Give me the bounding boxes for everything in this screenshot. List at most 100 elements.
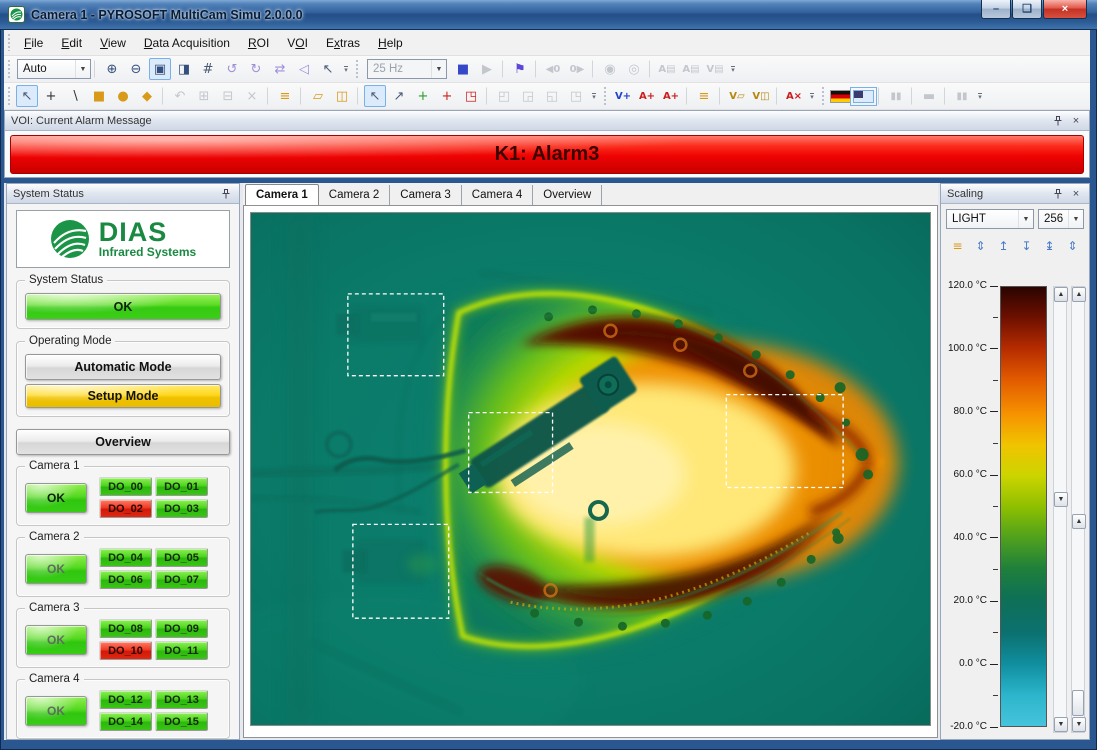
menu-view[interactable]: View (91, 33, 135, 53)
scrollbar-thumb[interactable] (1072, 690, 1084, 716)
fit-window-icon[interactable]: ▣ (149, 58, 171, 80)
menu-data-acquisition[interactable]: Data Acquisition (135, 33, 239, 53)
do-indicator[interactable]: DO_03 (155, 499, 208, 518)
arrange-up-icon[interactable]: ◱ (541, 85, 563, 107)
scroll-down-button[interactable]: ▼ (1054, 717, 1068, 732)
paste-icon[interactable]: ⊟ (217, 85, 239, 107)
add-alarm-icon[interactable]: A+ (636, 85, 658, 107)
scaling-properties-icon[interactable]: ≡ (948, 236, 967, 255)
pin-icon[interactable] (1051, 114, 1065, 128)
camera-ok-button[interactable]: OK (25, 554, 87, 584)
undo-icon[interactable]: ↶ (169, 85, 191, 107)
lower-min-icon[interactable]: ↧ (1017, 236, 1036, 255)
tab-camera-2[interactable]: Camera 2 (319, 185, 391, 205)
do-indicator[interactable]: DO_01 (155, 477, 208, 496)
export-data-icon[interactable]: V▤ (704, 58, 726, 80)
do-indicator[interactable]: DO_09 (155, 619, 208, 638)
frequency-select[interactable]: 25 Hz ▼ (367, 59, 447, 79)
toolbar-grip[interactable] (821, 87, 825, 105)
arrange-front-icon[interactable]: ◰ (493, 85, 515, 107)
do-indicator[interactable]: DO_14 (99, 712, 152, 731)
play-icon[interactable]: ▶ (476, 58, 498, 80)
menu-extras[interactable]: Extras (317, 33, 369, 53)
overview-button[interactable]: Overview (16, 429, 230, 455)
rotate-right-icon[interactable]: ↻ (245, 58, 267, 80)
do-indicator[interactable]: DO_05 (155, 548, 208, 567)
add-alarm-message-icon[interactable]: A+ (660, 85, 682, 107)
open-roi-icon[interactable]: ▱ (307, 85, 329, 107)
min-scrollbar[interactable]: ▲ ▲ ▼ (1071, 286, 1085, 733)
zoom-out-icon[interactable]: ⊖ (125, 58, 147, 80)
open-voi-icon[interactable]: V▱ (726, 85, 748, 107)
add-voi-icon[interactable]: V+ (612, 85, 634, 107)
max-thumb-button[interactable]: ▼ (1054, 492, 1068, 507)
do-indicator[interactable]: DO_00 (99, 477, 152, 496)
jump-start-icon[interactable]: ◀0 (542, 58, 564, 80)
event-flag-icon[interactable]: ⚑ (509, 58, 531, 80)
do-indicator[interactable]: DO_10 (99, 641, 152, 660)
toolbar-overflow-icon[interactable]: ▾ (727, 59, 739, 79)
min-thumb-button[interactable]: ▲ (1072, 514, 1086, 529)
toolbar-grip[interactable] (603, 87, 607, 105)
automatic-mode-button[interactable]: Automatic Mode (25, 354, 221, 380)
toolbar-overflow-icon[interactable]: ▾ (974, 86, 986, 106)
camera-ok-button[interactable]: OK (25, 625, 87, 655)
palette-select[interactable]: LIGHT ▼ (946, 209, 1034, 229)
layout-two-pane-icon[interactable]: ▮▮ (885, 85, 907, 107)
do-indicator[interactable]: DO_06 (99, 570, 152, 589)
do-indicator[interactable]: DO_04 (99, 548, 152, 567)
zoom-roi-icon[interactable]: ↗ (388, 85, 410, 107)
save-snapshot-icon[interactable]: ◉ (599, 58, 621, 80)
us-flag-icon[interactable] (853, 90, 874, 103)
auto-range-icon[interactable]: ⇕ (1063, 236, 1082, 255)
layout-single-icon[interactable]: ▬ (918, 85, 940, 107)
do-indicator[interactable]: DO_13 (155, 690, 208, 709)
add-roi-icon[interactable]: + (412, 85, 434, 107)
close-icon[interactable]: × (1069, 114, 1083, 128)
do-indicator[interactable]: DO_07 (155, 570, 208, 589)
save-reference-icon[interactable]: ◎ (623, 58, 645, 80)
thermal-image[interactable] (250, 212, 931, 726)
move-roi-icon[interactable]: ↖ (364, 85, 386, 107)
max-scrollbar[interactable]: ▲ ▼ ▼ (1053, 286, 1067, 733)
save-data-icon[interactable]: A▤ (656, 58, 678, 80)
delete-voi-icon[interactable]: A× (783, 85, 805, 107)
point-roi-icon[interactable]: + (40, 85, 62, 107)
tab-camera-4[interactable]: Camera 4 (462, 185, 534, 205)
rotate-left-icon[interactable]: ↺ (221, 58, 243, 80)
do-indicator[interactable]: DO_02 (99, 499, 152, 518)
grid-icon[interactable]: # (197, 58, 219, 80)
menu-file[interactable]: File (15, 33, 52, 53)
do-indicator[interactable]: DO_12 (99, 690, 152, 709)
ellipse-roi-icon[interactable]: ● (112, 85, 134, 107)
maximize-button[interactable]: ❑ (1012, 0, 1042, 19)
pin-icon[interactable] (219, 187, 233, 201)
expand-range-icon[interactable]: ⇕ (971, 236, 990, 255)
menu-edit[interactable]: Edit (52, 33, 91, 53)
close-icon[interactable]: × (1069, 187, 1083, 201)
menu-help[interactable]: Help (369, 33, 412, 53)
tab-camera-1[interactable]: Camera 1 (245, 184, 319, 206)
tab-camera-3[interactable]: Camera 3 (390, 185, 462, 205)
arrange-back-icon[interactable]: ◲ (517, 85, 539, 107)
levels-select[interactable]: 256 ▼ (1038, 209, 1084, 229)
pin-icon[interactable] (1051, 187, 1065, 201)
jump-end-icon[interactable]: 0▶ (566, 58, 588, 80)
raise-max-icon[interactable]: ↥ (994, 236, 1013, 255)
toolbar-grip[interactable] (7, 87, 11, 105)
close-button[interactable]: × (1043, 0, 1087, 19)
polygon-roi-icon[interactable]: ◆ (136, 85, 158, 107)
alarm-roi-icon[interactable]: ◳ (460, 85, 482, 107)
layout-split-icon[interactable]: ▮▮ (951, 85, 973, 107)
do-indicator[interactable]: DO_08 (99, 619, 152, 638)
title-bar[interactable]: Camera 1 - PYROSOFT MultiCam Simu 2.0.0.… (0, 0, 1097, 30)
menu-voi[interactable]: VOI (278, 33, 317, 53)
line-roi-icon[interactable]: ∖ (64, 85, 86, 107)
select-pointer-icon[interactable]: ↖ (16, 85, 38, 107)
toolbar-grip[interactable] (355, 60, 359, 78)
add-alarm-roi-icon[interactable]: + (436, 85, 458, 107)
tab-overview[interactable]: Overview (533, 185, 602, 205)
toolbar-overflow-icon[interactable]: ▾ (588, 86, 600, 106)
toolbar-grip[interactable] (7, 34, 11, 52)
roi-properties-icon[interactable]: ≡ (274, 85, 296, 107)
